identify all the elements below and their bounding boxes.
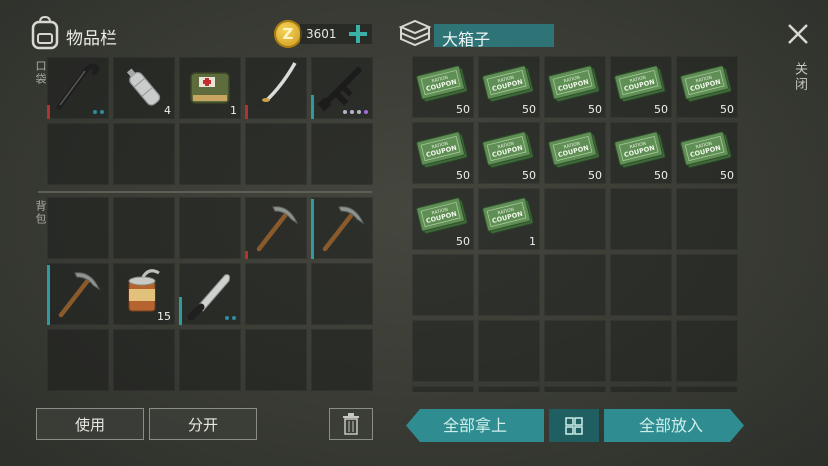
box-slot-empty[interactable]: [610, 188, 672, 250]
backpack-slot-empty[interactable]: [179, 329, 241, 391]
pocket-slot-empty[interactable]: [179, 123, 241, 185]
box-slot-ration-coupon[interactable]: RATION COUPON 50: [676, 122, 738, 184]
box-slot-qty: 50: [522, 169, 536, 182]
box-slot-empty[interactable]: [610, 320, 672, 382]
pocket-backpack-divider: [38, 191, 372, 193]
pickaxe-icon: [322, 206, 365, 252]
coin-letter: Z: [282, 25, 294, 43]
backpack-slot-empty[interactable]: [311, 263, 373, 325]
pickaxe-icon: [58, 272, 101, 318]
backpack-slot-qty: 15: [157, 310, 171, 323]
pocket-slot-qty: 4: [164, 104, 171, 117]
use-button[interactable]: 使用: [36, 408, 144, 440]
box-slot-empty[interactable]: [478, 386, 540, 392]
backpack-slot-empty[interactable]: [113, 329, 175, 391]
box-slot-ration-coupon[interactable]: RATION COUPON 50: [610, 56, 672, 118]
box-slot-ration-coupon[interactable]: RATION COUPON 50: [610, 122, 672, 184]
close-label[interactable]: 关闭: [790, 62, 809, 92]
box-slot-empty[interactable]: [544, 188, 606, 250]
box-slot-qty: 50: [588, 169, 602, 182]
split-button[interactable]: 分开: [149, 408, 257, 440]
currency-amount: 3601: [306, 27, 337, 41]
box-slot-qty: 50: [522, 103, 536, 116]
backpack-slot-empty[interactable]: [245, 263, 307, 325]
box-slot-empty[interactable]: [544, 320, 606, 382]
box-slot-qty: 50: [456, 235, 470, 248]
box-slot-qty: 50: [456, 169, 470, 182]
box-grid: RATION COUPON 50 RATION COUPON 50 RATION COUPON…: [412, 56, 738, 392]
box-slot-qty: 50: [588, 103, 602, 116]
backpack-slot-empty[interactable]: [311, 329, 373, 391]
inventory-title: 物品栏: [66, 29, 117, 49]
box-slot-empty[interactable]: [544, 386, 606, 392]
backpack-slot-empty[interactable]: [47, 329, 109, 391]
box-slot-empty[interactable]: [412, 320, 474, 382]
backpack-slot-empty[interactable]: [113, 197, 175, 259]
box-slot-ration-coupon[interactable]: RATION COUPON 50: [676, 56, 738, 118]
pocket-slot-empty[interactable]: [245, 123, 307, 185]
backpack-slot-empty[interactable]: [47, 197, 109, 259]
take-all-label: 全部拿上: [442, 416, 507, 435]
box-slot-ration-coupon[interactable]: RATION COUPON 50: [412, 56, 474, 118]
pocket-slot-katana[interactable]: [245, 57, 307, 119]
box-slot-empty[interactable]: [610, 254, 672, 316]
pickaxe-icon: [256, 206, 299, 252]
put-all-label: 全部放入: [638, 416, 703, 435]
box-slot-ration-coupon[interactable]: RATION COUPON 50: [478, 122, 540, 184]
backpack-slot-machete[interactable]: [179, 263, 241, 325]
box-title: 大箱子: [442, 30, 491, 49]
box-slot-empty[interactable]: [478, 320, 540, 382]
pocket-slot-qty: 1: [230, 104, 237, 117]
box-slot-ration-coupon[interactable]: RATION COUPON 50: [412, 188, 474, 250]
close-button[interactable]: [786, 22, 810, 46]
pocket-slot-rifle[interactable]: [311, 57, 373, 119]
close-icon: [788, 24, 808, 44]
grid-sort-icon: [565, 416, 583, 435]
pocket-label: 口袋: [34, 60, 47, 86]
box-slot-qty: 50: [720, 103, 734, 116]
pocket-slot-empty[interactable]: [47, 123, 109, 185]
box-stack-icon: [398, 18, 432, 50]
trash-icon: [343, 413, 359, 435]
box-slot-ration-coupon[interactable]: RATION COUPON 50: [544, 122, 606, 184]
put-all-button[interactable]: 全部放入: [604, 409, 744, 442]
box-slot-empty[interactable]: [676, 188, 738, 250]
backpack-slot-empty[interactable]: [179, 197, 241, 259]
sort-grid-button[interactable]: [549, 409, 599, 442]
box-slot-qty: 50: [720, 169, 734, 182]
trash-button[interactable]: [329, 408, 373, 440]
box-slot-ration-coupon[interactable]: RATION COUPON 1: [478, 188, 540, 250]
box-slot-empty[interactable]: [676, 320, 738, 382]
backpack-icon: [30, 16, 60, 50]
backpack-slot-empty[interactable]: [245, 329, 307, 391]
box-slot-ration-coupon[interactable]: RATION COUPON 50: [478, 56, 540, 118]
box-slot-ration-coupon[interactable]: RATION COUPON 50: [544, 56, 606, 118]
take-all-button[interactable]: 全部拿上: [406, 409, 544, 442]
backpack-slot-pickaxe[interactable]: [47, 263, 109, 325]
box-slot-empty[interactable]: [544, 254, 606, 316]
box-slot-empty[interactable]: [676, 254, 738, 316]
katana-icon: [256, 62, 297, 110]
box-slot-qty: 50: [456, 103, 470, 116]
backpack-slot-pickaxe[interactable]: [311, 197, 373, 259]
box-slot-empty[interactable]: [610, 386, 672, 392]
box-slot-qty: 50: [654, 103, 668, 116]
backpack-slot-pickaxe[interactable]: [245, 197, 307, 259]
box-slot-empty[interactable]: [412, 254, 474, 316]
box-slot-ration-coupon[interactable]: RATION COUPON 50: [412, 122, 474, 184]
box-slot-empty[interactable]: [676, 386, 738, 392]
pocket-slot-medkit[interactable]: 1: [179, 57, 241, 119]
pocket-slot-empty[interactable]: [113, 123, 175, 185]
pocket-slot-crowbar[interactable]: [47, 57, 109, 119]
box-slot-empty[interactable]: [412, 386, 474, 392]
pocket-slot-water-bottle[interactable]: 4: [113, 57, 175, 119]
box-slot-empty[interactable]: [478, 254, 540, 316]
box-slot-qty: 50: [654, 169, 668, 182]
box-slot-qty: 1: [529, 235, 536, 248]
backpack-slot-canned-food[interactable]: 15: [113, 263, 175, 325]
add-currency-icon[interactable]: [348, 24, 368, 44]
coin-icon: Z: [274, 20, 302, 48]
backpack-label: 背包: [34, 200, 47, 226]
pocket-slot-empty[interactable]: [311, 123, 373, 185]
